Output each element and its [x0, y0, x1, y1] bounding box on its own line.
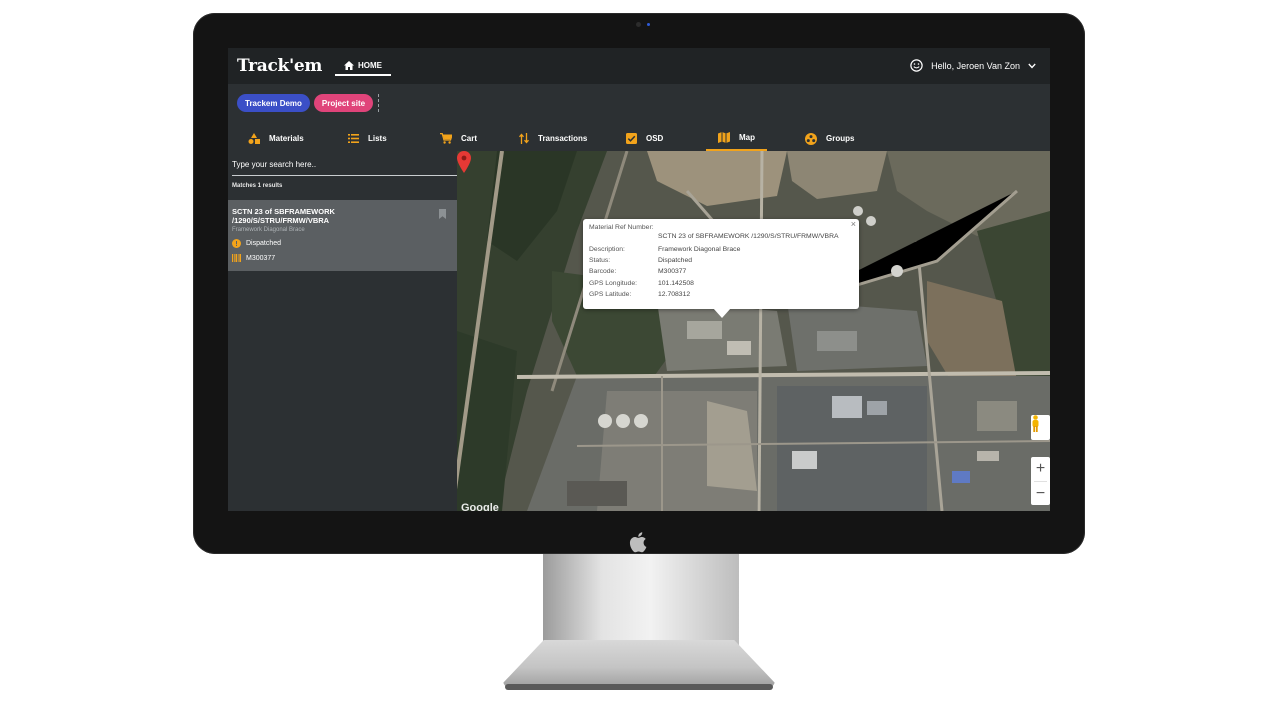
smiley-icon [910, 59, 923, 72]
transactions-icon [519, 133, 529, 144]
tab-label: Groups [826, 134, 855, 143]
tab-label: Transactions [538, 134, 588, 143]
zoom-out-button[interactable]: − [1031, 482, 1050, 506]
project-chips: Trackem Demo Project site [237, 94, 380, 112]
search-input[interactable]: Type your search here.. [232, 160, 457, 176]
home-tab-label: HOME [358, 60, 382, 70]
tab-label: Materials [269, 134, 304, 143]
cart-icon [440, 133, 452, 144]
list-icon [348, 134, 359, 143]
zoom-controls: + − [1031, 457, 1050, 505]
popup-label: Material Ref Number: [589, 224, 654, 231]
monitor-base [503, 640, 775, 690]
tab-groups[interactable]: Groups [805, 126, 854, 151]
tab-map[interactable]: Map [706, 126, 767, 151]
tab-label: OSD [646, 134, 664, 143]
info-popup: × Material Ref Number: SCTN 23 of SBFRAM… [583, 219, 859, 318]
zoom-in-button[interactable]: + [1031, 457, 1050, 481]
chevron-down-icon[interactable] [1028, 63, 1036, 69]
info-icon [232, 239, 241, 248]
popup-label: Status: [589, 257, 611, 264]
apple-logo-icon [629, 532, 647, 553]
popup-row-barcode: Barcode: M300377 [589, 266, 686, 278]
popup-value: Dispatched [658, 257, 693, 264]
app-logo: Track'em [237, 56, 323, 76]
shapes-icon [248, 133, 260, 144]
result-subtitle: Framework Diagonal Brace [232, 227, 305, 233]
search-sidebar: Type your search here.. Matches 1 result… [228, 151, 457, 511]
tab-osd[interactable]: OSD [626, 126, 663, 151]
popup-label: GPS Latitude: [589, 291, 632, 298]
chip-divider [378, 94, 380, 112]
user-greeting: Hello, Jeroen Van Zon [931, 60, 1020, 71]
tab-label: Map [739, 133, 755, 142]
bookmark-icon[interactable] [439, 209, 446, 219]
pegman-icon [1032, 415, 1039, 432]
home-icon [344, 60, 354, 70]
main-tabs: Materials Lists Cart Transactions OSD Ma… [228, 126, 1050, 151]
tab-transactions[interactable]: Transactions [519, 126, 587, 151]
camera [636, 22, 641, 27]
barcode-text: M300377 [246, 254, 276, 262]
user-menu[interactable]: Hello, Jeroen Van Zon [910, 59, 1036, 72]
tab-label: Lists [368, 134, 387, 143]
popup-value: SCTN 23 of SBFRAMEWORK /1290/S/STRU/FRMW… [658, 233, 839, 240]
map-marker-icon[interactable] [457, 151, 471, 173]
satellite-map[interactable]: × Material Ref Number: SCTN 23 of SBFRAM… [457, 151, 1050, 511]
barcode-icon [232, 254, 241, 262]
popup-row-ref: Material Ref Number: SCTN 23 of SBFRAMEW… [589, 223, 839, 241]
popup-value: Framework Diagonal Brace [658, 246, 741, 253]
result-status: Dispatched [232, 239, 281, 248]
popup-label: Barcode: [589, 268, 617, 275]
popup-row-status: Status: Dispatched [589, 255, 692, 267]
popup-close-button[interactable]: × [851, 219, 856, 231]
satellite-imagery [457, 151, 1050, 511]
tab-label: Cart [461, 134, 478, 143]
monitor-foot [505, 684, 773, 690]
tab-materials[interactable]: Materials [248, 126, 304, 151]
result-title: SCTN 23 of SBFRAMEWORK /1290/S/STRU/FRMW… [232, 207, 335, 225]
popup-row-latitude: GPS Latitude: 12.708312 [589, 289, 690, 301]
home-tab[interactable]: HOME [335, 56, 391, 76]
tab-lists[interactable]: Lists [348, 126, 387, 151]
popup-label: Description: [589, 246, 625, 253]
camera-light [647, 23, 650, 26]
top-bar: Track'em HOME Hello, Jeroen Van Zon [228, 48, 1050, 84]
result-barcode: M300377 [232, 254, 275, 262]
app-screen: Track'em HOME Hello, Jeroen Van Zon Trac… [228, 48, 1050, 511]
map-icon [718, 132, 730, 143]
popup-value: M300377 [658, 268, 687, 275]
match-count: Matches 1 results [232, 183, 283, 189]
project-site-chip[interactable]: Project site [313, 94, 374, 112]
popup-value: 101.142508 [658, 280, 694, 287]
tab-cart[interactable]: Cart [440, 126, 477, 151]
popup-row-description: Description: Framework Diagonal Brace [589, 244, 740, 256]
street-view-pegman[interactable] [1031, 415, 1050, 440]
status-text: Dispatched [246, 240, 282, 247]
trackem-demo-chip[interactable]: Trackem Demo [237, 94, 310, 112]
popup-row-longitude: GPS Longitude: 101.142508 [589, 278, 694, 290]
check-square-icon [626, 133, 637, 144]
popup-label: GPS Longitude: [589, 280, 637, 287]
result-card[interactable]: SCTN 23 of SBFRAMEWORK /1290/S/STRU/FRMW… [228, 200, 457, 271]
popup-value: 12.708312 [658, 291, 691, 298]
groups-icon [805, 132, 817, 145]
google-attribution: Google [461, 502, 499, 511]
